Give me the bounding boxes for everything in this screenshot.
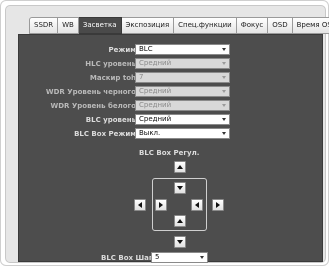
tab-osd-time[interactable]: Время OSD — [292, 17, 329, 34]
chevron-down-icon — [222, 76, 226, 79]
arrow-left-icon — [138, 202, 142, 208]
wdr-black-select[interactable]: Средний — [135, 86, 230, 97]
wdr-black-row: WDR Уровень черного Средний — [19, 86, 324, 98]
blc-box-top-down-button[interactable] — [174, 182, 186, 194]
arrow-down-icon — [177, 186, 183, 190]
wdr-white-row: WDR Уровень белого Средний — [19, 100, 324, 112]
arrow-left-icon — [195, 202, 199, 208]
tab-exposure[interactable]: Экспозиция — [121, 17, 175, 34]
blc-box-step-select[interactable]: 5 — [151, 252, 208, 263]
mask-tone-select[interactable]: 7 — [135, 72, 230, 83]
hlc-level-select[interactable]: Средний — [135, 58, 230, 69]
tab-wb[interactable]: WB — [58, 17, 79, 34]
chevron-down-icon — [222, 90, 226, 93]
blc-box-move-down-button[interactable] — [174, 236, 186, 248]
mode-row: Режим BLC — [19, 44, 324, 56]
mask-tone-row: Маскир toh 7 — [19, 72, 324, 84]
hlc-level-value: Средний — [139, 59, 172, 67]
blc-box-move-left-button[interactable] — [134, 199, 146, 211]
chevron-down-icon — [222, 62, 226, 65]
wdr-white-label: WDR Уровень белого — [50, 102, 137, 110]
wdr-black-label: WDR Уровень черного — [45, 88, 136, 96]
chevron-down-icon — [222, 48, 226, 51]
tab-special-functions[interactable]: Спец.функции — [174, 17, 237, 34]
arrow-down-icon — [177, 240, 183, 244]
blc-box-move-up-button[interactable] — [174, 161, 186, 173]
arrow-up-icon — [177, 219, 183, 223]
mode-select[interactable]: BLC — [135, 44, 230, 55]
chevron-down-icon — [200, 256, 204, 259]
hlc-level-label: HLC уровень — [85, 60, 136, 68]
hlc-level-row: HLC уровень Средний — [19, 58, 324, 70]
wdr-black-value: Средний — [139, 87, 172, 95]
tab-bar: SSDR WB Засветка Экспозиция Спец.функции… — [29, 17, 329, 34]
blc-box-step-label: BLC Box Шаг — [101, 254, 153, 262]
mode-value: BLC — [139, 45, 153, 53]
mask-tone-label: Маскир toh — [89, 74, 136, 82]
settings-panel: SSDR WB Засветка Экспозиция Спец.функции… — [5, 5, 329, 263]
blc-box-step-value: 5 — [155, 253, 160, 261]
chevron-down-icon — [222, 118, 226, 121]
blc-box-adjust-title: BLC Box Регул. — [139, 149, 200, 157]
blc-box-mode-select[interactable]: Выкл. — [135, 128, 230, 139]
wdr-white-select[interactable]: Средний — [135, 100, 230, 111]
chevron-down-icon — [222, 132, 226, 135]
tab-osd[interactable]: OSD — [268, 17, 293, 34]
blc-box-mode-label: BLC Box Режим — [74, 130, 136, 138]
blc-box-move-right-button[interactable] — [212, 199, 224, 211]
mask-tone-value: 7 — [139, 73, 144, 81]
blc-box-bottom-up-button[interactable] — [174, 215, 186, 227]
chevron-down-icon — [222, 104, 226, 107]
blc-level-value: Средний — [139, 115, 172, 123]
mode-label: Режим — [108, 46, 136, 54]
tab-focus[interactable]: Фокус — [236, 17, 269, 34]
blc-box-mode-row: BLC Box Режим Выкл. — [19, 128, 324, 140]
blc-level-select[interactable]: Средний — [135, 114, 230, 125]
blc-box-left-right-button[interactable] — [155, 199, 167, 211]
tab-ssdr[interactable]: SSDR — [29, 17, 59, 34]
blc-level-row: BLC уровень Средний — [19, 114, 324, 126]
window-frame: SSDR WB Засветка Экспозиция Спец.функции… — [0, 0, 329, 266]
arrow-right-icon — [216, 202, 220, 208]
wdr-white-value: Средний — [139, 101, 172, 109]
arrow-right-icon — [159, 202, 163, 208]
backlight-content: Режим BLC HLC уровень Средний Маскир toh… — [18, 34, 324, 263]
blc-box-right-left-button[interactable] — [191, 199, 203, 211]
blc-level-label: BLC уровень — [85, 116, 136, 124]
blc-box-mode-value: Выкл. — [139, 129, 161, 137]
arrow-up-icon — [177, 165, 183, 169]
tab-backlight[interactable]: Засветка — [78, 17, 122, 34]
